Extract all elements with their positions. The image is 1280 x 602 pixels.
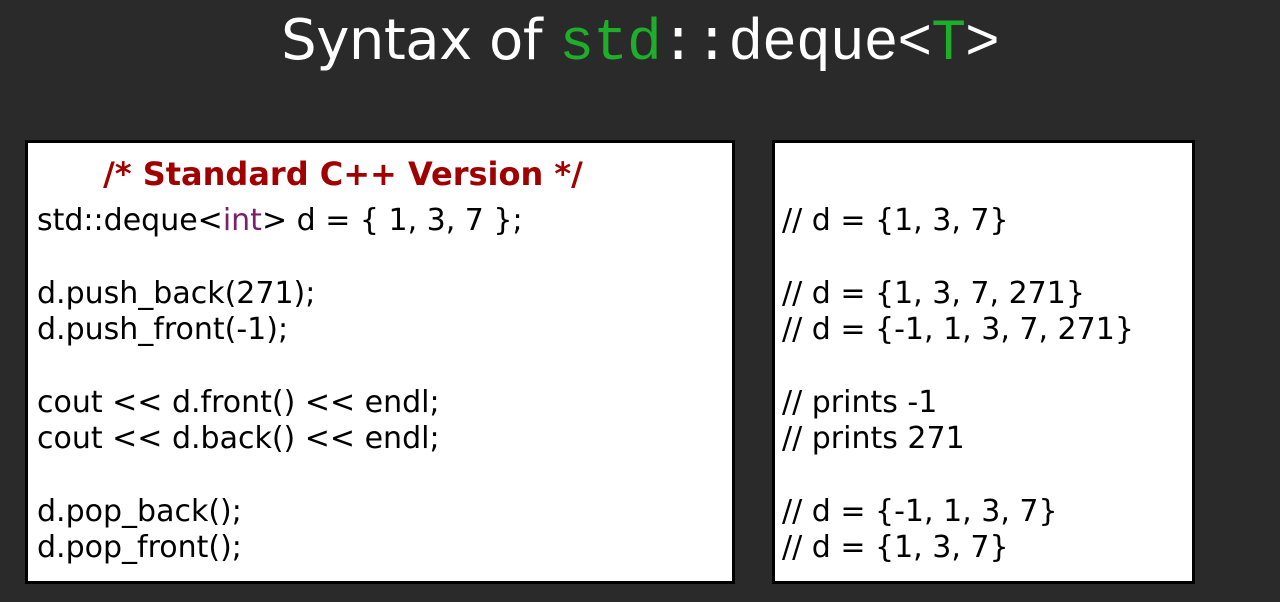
code-line-push-front: d.push_front(-1); [37, 312, 289, 347]
code-line-print-back: cout << d.back() << endl; [37, 421, 440, 456]
comment-panel: // d = {1, 3, 7} // d = {1, 3, 7, 271} /… [772, 140, 1195, 584]
title-prefix: Syntax of [281, 8, 560, 73]
code-line-push-back: d.push_back(271); [37, 276, 316, 311]
code-line-pop-back: d.pop_back(); [37, 494, 242, 529]
code-declaration-pre: std::deque< [37, 203, 223, 238]
code-heading: /* Standard C++ Version */ [103, 155, 583, 193]
code-line-print-front: cout << d.front() << endl; [37, 385, 440, 420]
comment-line: // prints 271 [782, 421, 965, 456]
comment-line: // d = {1, 3, 7} [782, 530, 1009, 565]
slide-title: Syntax of std::deque<T> [0, 0, 1280, 82]
comment-line: // d = {-1, 1, 3, 7} [782, 494, 1058, 529]
title-code-gt: > [965, 12, 1000, 77]
comment-line: // d = {1, 3, 7, 271} [782, 276, 1085, 311]
code-declaration-post: > d = { 1, 3, 7 }; [261, 203, 523, 238]
title-code-sep: :: [660, 12, 730, 77]
comment-line: // d = {-1, 1, 3, 7, 271} [782, 312, 1134, 347]
code-line-pop-front: d.pop_front(); [37, 530, 242, 565]
code-line-declaration: std::deque<int> d = { 1, 3, 7 }; [37, 203, 523, 239]
comment-line: // d = {1, 3, 7} [782, 203, 1009, 238]
title-code-std: std [559, 12, 661, 77]
title-code-t: T [931, 12, 966, 77]
comment-line: // prints -1 [782, 385, 938, 420]
code-panel: /* Standard C++ Version */ std::deque<in… [25, 140, 735, 584]
code-keyword-int: int [222, 203, 262, 238]
title-code-lt: < [897, 12, 932, 77]
slide: Syntax of std::deque<T> /* Standard C++ … [0, 0, 1280, 602]
title-code-deque: deque [728, 12, 898, 77]
